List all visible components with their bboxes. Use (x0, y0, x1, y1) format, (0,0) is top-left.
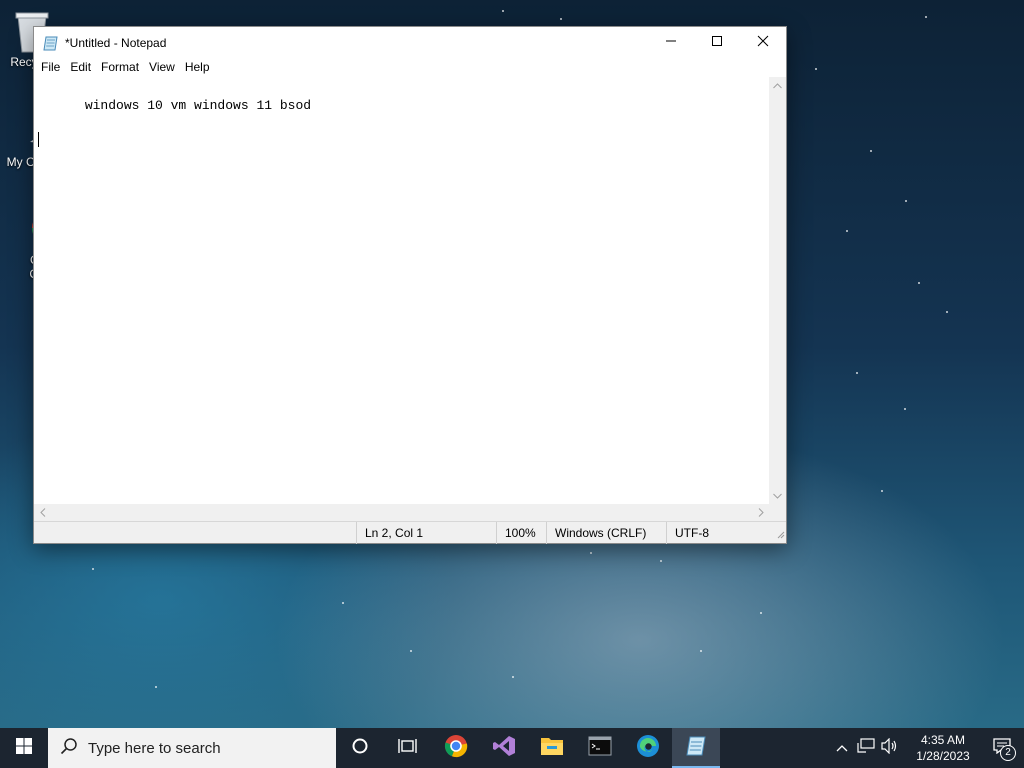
scroll-corner (769, 504, 786, 521)
title-bar[interactable]: *Untitled - Notepad (34, 27, 786, 58)
notepad-window: *Untitled - Notepad File Edit Format Vie… (33, 26, 787, 544)
taskbar-search-box[interactable]: Type here to search (48, 728, 336, 768)
taskbar-edge[interactable] (624, 728, 672, 768)
tray-volume-button[interactable] (878, 728, 902, 768)
minimize-button[interactable] (648, 27, 694, 58)
system-tray: 4:35 AM 1/28/2023 2 (830, 728, 1024, 768)
menu-format[interactable]: Format (96, 58, 144, 77)
windows-logo-icon (16, 737, 32, 759)
task-view-icon (398, 737, 418, 760)
tray-network-button[interactable] (854, 728, 878, 768)
scroll-left-icon[interactable] (34, 504, 51, 521)
task-view-button[interactable] (384, 728, 432, 768)
tray-overflow-button[interactable] (830, 728, 854, 768)
clock-time: 4:35 AM (920, 733, 966, 747)
clock-date: 1/28/2023 (916, 749, 970, 763)
status-line-ending: Windows (CRLF) (546, 522, 666, 544)
status-zoom: 100% (496, 522, 546, 544)
taskbar-visual-studio[interactable] (480, 728, 528, 768)
editor-line: windows 10 vm windows 11 bsod (84, 98, 312, 113)
menu-view[interactable]: View (144, 58, 180, 77)
horizontal-scrollbar[interactable] (34, 504, 769, 521)
cortana-icon (351, 737, 369, 760)
menu-help[interactable]: Help (180, 58, 215, 77)
taskbar: Type here to search 4:35 AM 1/28/2023 2 (0, 728, 1024, 768)
network-icon (857, 737, 875, 759)
file-explorer-icon (540, 735, 564, 762)
start-button[interactable] (0, 728, 48, 768)
search-placeholder: Type here to search (88, 739, 221, 757)
window-title: *Untitled - Notepad (65, 35, 167, 50)
taskbar-notepad[interactable] (672, 728, 720, 768)
notification-count-badge: 2 (1000, 745, 1016, 761)
status-bar: Ln 2, Col 1 100% Windows (CRLF) UTF-8 (34, 521, 786, 544)
scroll-up-icon[interactable] (769, 77, 786, 94)
maximize-icon (711, 34, 723, 52)
taskbar-clock[interactable]: 4:35 AM 1/28/2023 (906, 732, 980, 764)
vertical-scrollbar[interactable] (769, 77, 786, 504)
chrome-icon (444, 734, 468, 763)
cortana-button[interactable] (336, 728, 384, 768)
scroll-down-icon[interactable] (769, 487, 786, 504)
menu-file[interactable]: File (36, 58, 65, 77)
maximize-button[interactable] (694, 27, 740, 58)
terminal-icon (588, 736, 612, 761)
notepad-icon (685, 735, 707, 762)
taskbar-terminal[interactable] (576, 728, 624, 768)
resize-grip-icon[interactable] (775, 528, 785, 542)
status-position: Ln 2, Col 1 (356, 522, 496, 544)
text-editor[interactable]: windows 10 vm windows 11 bsod (34, 77, 769, 504)
edge-icon (636, 734, 660, 763)
search-icon (60, 737, 78, 760)
close-icon (757, 34, 769, 52)
menu-edit[interactable]: Edit (65, 58, 96, 77)
action-center-button[interactable]: 2 (980, 728, 1024, 768)
status-encoding: UTF-8 (666, 522, 769, 544)
volume-icon (881, 737, 899, 759)
minimize-icon (665, 34, 677, 52)
menu-bar: File Edit Format View Help (34, 58, 786, 77)
text-caret (38, 132, 39, 147)
chevron-up-icon (836, 739, 848, 757)
taskbar-file-explorer[interactable] (528, 728, 576, 768)
close-button[interactable] (740, 27, 786, 58)
scroll-right-icon[interactable] (752, 504, 769, 521)
editor-area: windows 10 vm windows 11 bsod (34, 77, 786, 521)
notepad-icon (43, 35, 59, 51)
taskbar-chrome[interactable] (432, 728, 480, 768)
visual-studio-icon (492, 734, 516, 763)
